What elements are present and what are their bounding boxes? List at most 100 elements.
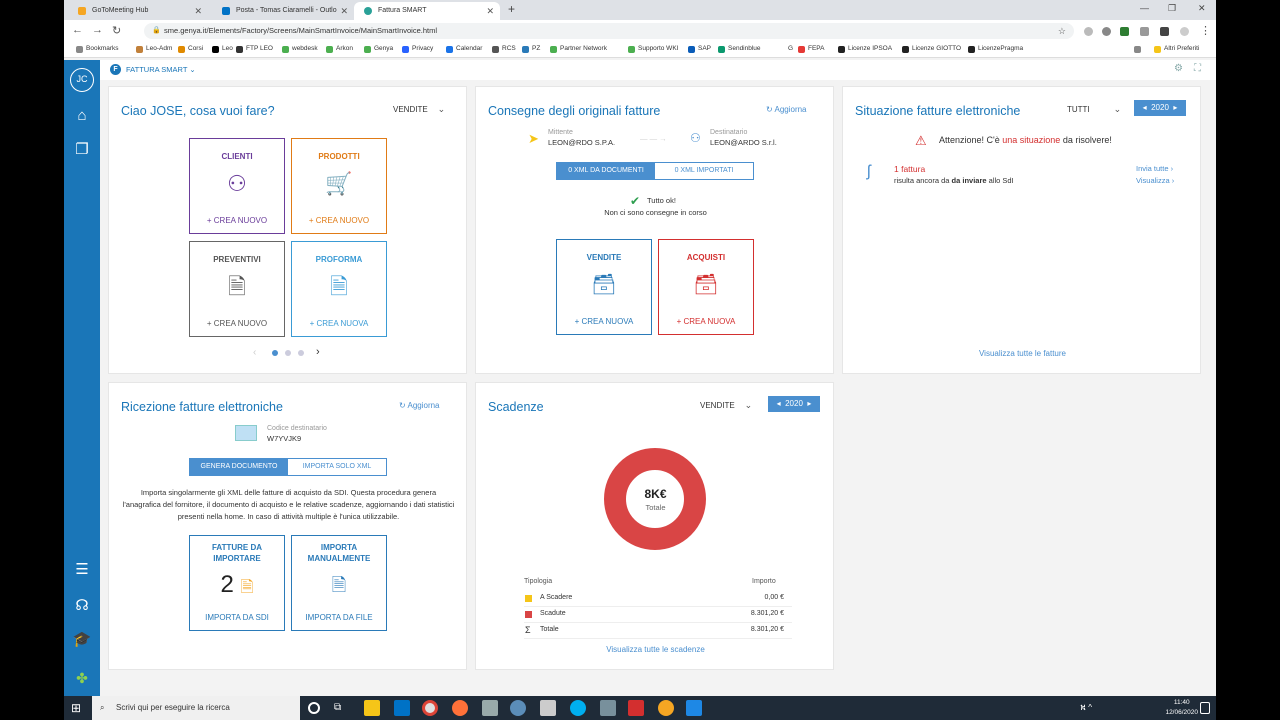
sales-filter-dropdown[interactable]: VENDITE ⌄	[700, 400, 752, 411]
calculator-taskbar-icon[interactable]	[540, 700, 556, 716]
close-icon[interactable]: ✕	[486, 2, 494, 20]
new-tab-button[interactable]: +	[508, 2, 515, 16]
refresh-button[interactable]: ↻ Aggiorna	[399, 401, 440, 410]
bookmark-item[interactable]: Bookmarks	[76, 45, 119, 53]
xml-imported-tab[interactable]: 0 XML IMPORTATI	[655, 163, 753, 179]
bookmark-item[interactable]: Leo	[212, 45, 233, 53]
pager-next-icon[interactable]: ›	[316, 346, 320, 358]
xml-from-documents-tab[interactable]: 0 XML DA DOCUMENTI	[557, 163, 655, 179]
view-all-due-dates-link[interactable]: Visualizza tutte le scadenze	[476, 645, 835, 654]
app-taskbar-icon[interactable]	[600, 700, 616, 716]
chrome-taskbar-icon[interactable]	[422, 700, 438, 716]
bookmark-item[interactable]: Sendinblue	[718, 45, 761, 53]
import-file-link[interactable]: IMPORTA DA FILE	[292, 613, 386, 622]
taskbar-clock[interactable]: 11:40 12/06/2020	[1165, 698, 1198, 718]
url-input[interactable]: 🔒 sme.genya.it/Elements/Factory/Screens/…	[144, 23, 1074, 39]
headset-icon[interactable]: ☊	[72, 596, 92, 616]
extension-icon[interactable]	[1084, 27, 1093, 36]
create-new-link[interactable]: + CREA NUOVA	[557, 317, 651, 326]
bookmark-item[interactable]: webdesk	[282, 45, 318, 53]
import-manual-tile[interactable]: IMPORTA MANUALMENTE 🗎 IMPORTA DA FILE	[291, 535, 387, 631]
bookmark-star-icon[interactable]: ☆	[1058, 23, 1066, 39]
taskbar-search-input[interactable]: ⌕ Scrivi qui per eseguire la ricerca	[92, 696, 300, 720]
browser-tab-gotomeeting[interactable]: GoToMeeting Hub ✕	[68, 2, 208, 20]
due-amount[interactable]: 8.301,20 €	[706, 610, 784, 617]
genya-logo-icon[interactable]: ✤	[72, 668, 92, 688]
bookmark-item[interactable]: Licenze IPSOA	[838, 45, 892, 53]
pager-dot[interactable]	[298, 350, 304, 356]
more-bookmarks-icon[interactable]: »	[1134, 45, 1141, 53]
close-icon[interactable]: ✕	[194, 2, 202, 20]
settings-gear-icon[interactable]: ⚙	[1174, 63, 1183, 74]
window-close-button[interactable]: ✕	[1198, 3, 1206, 14]
task-view-icon[interactable]: ⧉	[334, 700, 350, 716]
vendite-tile[interactable]: VENDITE 🗃 + CREA NUOVA	[556, 239, 652, 335]
import-from-sdi-tile[interactable]: FATTURE DA IMPORTARE 2 🗎 IMPORTA DA SDI	[189, 535, 285, 631]
maximize-button[interactable]: ❐	[1168, 3, 1176, 14]
kebab-menu-icon[interactable]: ⋮	[1200, 24, 1211, 37]
extension-icon[interactable]	[1102, 27, 1111, 36]
bookmark-item[interactable]: G	[778, 45, 793, 53]
year-selector[interactable]: ◂ 2020 ▸	[768, 396, 820, 412]
bookmark-item[interactable]: Calendar	[446, 45, 482, 53]
bookmark-item[interactable]: Corsi	[178, 45, 203, 53]
prodotti-tile[interactable]: PRODOTTI 🛒 + CREA NUOVO	[291, 138, 387, 234]
create-new-link[interactable]: + CREA NUOVO	[190, 216, 284, 225]
photos-taskbar-icon[interactable]	[686, 700, 702, 716]
due-amount[interactable]: 0,00 €	[706, 594, 784, 601]
create-new-link[interactable]: + CREA NUOVO	[292, 216, 386, 225]
view-all-invoices-link[interactable]: Visualizza tutte le fatture	[843, 349, 1202, 358]
pager-prev-icon[interactable]: ‹	[253, 347, 256, 358]
acrobat-taskbar-icon[interactable]	[628, 700, 644, 716]
acquisti-tile[interactable]: ACQUISTI 🗃 + CREA NUOVA	[658, 239, 754, 335]
fullscreen-icon[interactable]: ⛶	[1194, 63, 1201, 74]
due-amount[interactable]: 8.301,20 €	[706, 626, 784, 633]
app-taskbar-icon[interactable]	[482, 700, 498, 716]
gotomeeting-taskbar-icon[interactable]	[658, 700, 674, 716]
clienti-tile[interactable]: CLIENTI ⚇ + CREA NUOVO	[189, 138, 285, 234]
other-bookmarks-folder[interactable]: Altri Preferiti	[1154, 45, 1199, 53]
file-explorer-icon[interactable]	[364, 700, 380, 716]
import-xml-only-tab[interactable]: IMPORTA SOLO XML	[288, 459, 386, 475]
extension-icon[interactable]	[1120, 27, 1129, 36]
import-sdi-link[interactable]: IMPORTA DA SDI	[190, 613, 284, 622]
pager-dot-active[interactable]	[272, 350, 278, 356]
avatar[interactable]: JC	[70, 68, 94, 92]
list-icon[interactable]: ☰	[72, 560, 92, 580]
bookmark-item[interactable]: FTP LEO	[236, 45, 273, 53]
browser-tab-fattura-smart[interactable]: Fattura SMART ✕	[354, 2, 500, 20]
firefox-taskbar-icon[interactable]	[452, 700, 468, 716]
send-all-link[interactable]: Invia tutte ›	[1136, 164, 1173, 173]
extension-icon[interactable]	[1140, 27, 1149, 36]
notifications-icon[interactable]	[1200, 702, 1210, 714]
bookmark-item[interactable]: FEPA	[798, 45, 825, 53]
windows-start-icon[interactable]: ⊞	[68, 700, 84, 716]
bookmark-item[interactable]: Leo-Adm	[136, 45, 172, 53]
pages-icon[interactable]: ❐	[72, 140, 92, 160]
bookmark-item[interactable]: Genya	[364, 45, 393, 53]
home-icon[interactable]: ⌂	[72, 106, 92, 126]
bookmark-item[interactable]: Arkon	[326, 45, 353, 53]
bookmark-item[interactable]: LicenzePragma	[968, 45, 1023, 53]
system-tray-icons[interactable]: ⛕ ^ ▭ 🔈	[1080, 700, 1096, 720]
year-selector[interactable]: ◂ 2020 ▸	[1134, 100, 1186, 116]
bookmark-item[interactable]: PZ	[522, 45, 540, 53]
sales-filter-dropdown[interactable]: VENDITE ⌄	[393, 104, 445, 115]
refresh-button[interactable]: ↻ Aggiorna	[766, 105, 807, 114]
outlook-taskbar-icon[interactable]	[394, 700, 410, 716]
forward-icon[interactable]: →	[92, 24, 103, 36]
bookmark-item[interactable]: SAP	[688, 45, 711, 53]
preventivi-tile[interactable]: PREVENTIVI 🗎 + CREA NUOVO	[189, 241, 285, 337]
bookmark-item[interactable]: RCS	[492, 45, 516, 53]
generate-document-tab[interactable]: GENERA DOCUMENTO	[190, 459, 288, 475]
bookmark-item[interactable]: Supporto WKI	[628, 45, 678, 53]
bookmark-item[interactable]: Licenze GIOTTO	[902, 45, 961, 53]
pager-dot[interactable]	[285, 350, 291, 356]
status-filter-dropdown[interactable]: TUTTI ⌄	[1067, 104, 1121, 115]
close-icon[interactable]: ✕	[340, 2, 348, 20]
minimize-button[interactable]: —	[1140, 3, 1149, 13]
app-name-dropdown[interactable]: FATTURA SMART ⌄	[126, 65, 196, 74]
profile-icon[interactable]	[1180, 27, 1189, 36]
skype-taskbar-icon[interactable]	[570, 700, 586, 716]
create-new-link[interactable]: + CREA NUOVO	[190, 319, 284, 328]
